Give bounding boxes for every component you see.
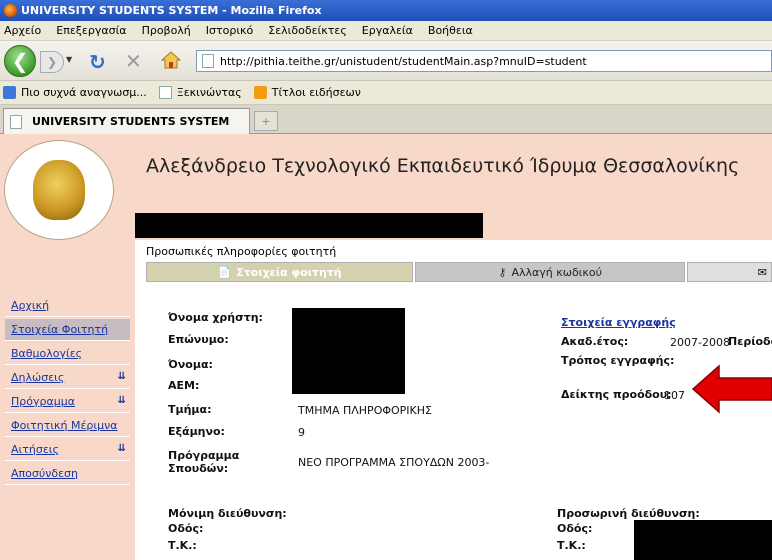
envelope-icon: ✉ xyxy=(757,265,768,279)
sidebar-item-home[interactable]: Αρχική xyxy=(5,295,130,317)
redacted-student-data xyxy=(292,308,405,394)
temporary-street-label: Οδός: xyxy=(557,522,593,535)
arrow-left-icon: ❮ xyxy=(11,49,29,73)
browser-tab[interactable]: UNIVERSITY STUDENTS SYSTEM xyxy=(3,108,250,134)
menu-help[interactable]: Βοήθεια xyxy=(428,24,473,37)
progress-index-value: 107 xyxy=(664,389,685,402)
registration-mode-label: Τρόπος εγγραφής: xyxy=(561,354,675,367)
window-title: UNIVERSITY STUDENTS SYSTEM - Mozilla Fir… xyxy=(21,4,322,17)
aem-label: ΑΕΜ: xyxy=(168,379,200,392)
home-icon[interactable] xyxy=(161,51,181,69)
page-icon xyxy=(158,86,172,99)
name-label: Όνομα: xyxy=(168,358,213,371)
period-label: Περίοδο xyxy=(728,335,772,348)
rss-icon xyxy=(253,86,267,99)
reload-icon[interactable]: ↻ xyxy=(89,50,106,74)
academic-year-label: Ακαδ.έτος: xyxy=(561,335,629,348)
new-tab-button[interactable]: + xyxy=(254,111,278,131)
menu-edit[interactable]: Επεξεργασία xyxy=(56,24,126,37)
bookmark-folder-icon xyxy=(3,86,16,99)
tab-label: UNIVERSITY STUDENTS SYSTEM xyxy=(32,115,230,128)
page-content: Αλεξάνδρειο Τεχνολογικό Εκπαιδευτικό Ίδρ… xyxy=(0,134,772,560)
alexander-head-emblem xyxy=(33,160,85,220)
university-logo xyxy=(4,140,114,240)
double-chevron-down-icon: ⇊ xyxy=(117,443,126,454)
address-bar[interactable]: http://pithia.teithe.gr/unistudent/stude… xyxy=(196,50,772,72)
back-button[interactable]: ❮ xyxy=(4,45,36,77)
bookmark-most-visited[interactable]: Πιο συχνά αναγνωσμ... xyxy=(3,86,147,99)
surname-label: Επώνυμο: xyxy=(168,333,229,346)
semester-label: Εξάμηνο: xyxy=(168,425,225,438)
redacted-bar xyxy=(135,213,483,238)
stop-icon[interactable]: ✕ xyxy=(125,49,142,73)
progress-index-label: Δείκτης προόδου: xyxy=(561,388,672,401)
permanent-address-title: Μόνιμη διεύθυνση: xyxy=(168,507,287,520)
sidebar-item-logout[interactable]: Αποσύνδεση xyxy=(5,463,130,485)
permanent-street-label: Οδός: xyxy=(168,522,204,535)
navigation-toolbar: ❮ ❯ ▼ ↻ ✕ http://pithia.teithe.gr/unistu… xyxy=(0,41,772,81)
page-title: Αλεξάνδρειο Τεχνολογικό Εκπαιδευτικό Ίδρ… xyxy=(146,155,740,177)
sidebar-item-applications[interactable]: Αιτήσεις ⇊ xyxy=(5,439,130,461)
key-icon: ⚷ xyxy=(498,265,507,279)
page-icon xyxy=(202,54,214,68)
red-arrow-annotation xyxy=(691,364,772,414)
window-titlebar: UNIVERSITY STUDENTS SYSTEM - Mozilla Fir… xyxy=(0,0,772,21)
menu-bookmarks[interactable]: Σελιδοδείκτες xyxy=(268,24,347,37)
permanent-zip-label: Τ.Κ.: xyxy=(168,539,197,552)
menu-file[interactable]: Αρχείο xyxy=(4,24,41,37)
menu-history[interactable]: Ιστορικό xyxy=(206,24,254,37)
department-value: ΤΜΗΜΑ ΠΛΗΡΟΦΟΡΙΚΗΣ xyxy=(298,404,432,417)
sidebar-item-student-info[interactable]: Στοιχεία Φοιτητή xyxy=(5,319,130,341)
sidebar-item-schedule[interactable]: Πρόγραμμα ⇊ xyxy=(5,391,130,413)
plus-icon: + xyxy=(261,114,271,128)
tab-messages[interactable]: ✉ xyxy=(687,262,772,282)
forward-button[interactable]: ❯ xyxy=(40,51,64,73)
program-value: ΝΕΟ ΠΡΟΓΡΑΜΜΑ ΣΠΟΥΔΩΝ 2003- xyxy=(298,456,490,469)
temporary-zip-label: Τ.Κ.: xyxy=(557,539,586,552)
department-label: Τμήμα: xyxy=(168,403,212,416)
double-chevron-down-icon: ⇊ xyxy=(117,371,126,382)
tab-bar: UNIVERSITY STUDENTS SYSTEM + xyxy=(0,105,772,134)
firefox-icon xyxy=(4,4,17,17)
sidebar-item-declarations[interactable]: Δηλώσεις ⇊ xyxy=(5,367,130,389)
tab-student-info[interactable]: 📄 Στοιχεία φοιτητή xyxy=(146,262,414,282)
sidebar-menu: Αρχική Στοιχεία Φοιτητή Βαθμολογίες Δηλώ… xyxy=(5,295,130,487)
arrow-right-icon: ❯ xyxy=(46,55,58,69)
bookmark-getting-started[interactable]: Ξεκινώντας xyxy=(158,86,242,99)
academic-year-value: 2007-2008 xyxy=(670,336,730,349)
page-icon xyxy=(10,114,22,129)
semester-value: 9 xyxy=(298,426,305,439)
history-dropdown-icon[interactable]: ▼ xyxy=(66,55,72,64)
username-label: Όνομα χρήστη: xyxy=(168,311,263,324)
tab-change-password[interactable]: ⚷ Αλλαγή κωδικού xyxy=(415,262,686,282)
menu-view[interactable]: Προβολή xyxy=(142,24,191,37)
temporary-address-title: Προσωρινή διεύθυνση: xyxy=(557,507,700,520)
student-tabs: 📄 Στοιχεία φοιτητή ⚷ Αλλαγή κωδικού ✉ xyxy=(146,262,772,282)
bookmark-news-headlines[interactable]: Τίτλοι ειδήσεων xyxy=(253,86,361,99)
program-label: Πρόγραμμα Σπουδών: xyxy=(168,449,240,475)
url-text: http://pithia.teithe.gr/unistudent/stude… xyxy=(220,54,587,68)
bookmarks-toolbar: Πιο συχνά αναγνωσμ... Ξεκινώντας Τίτλοι … xyxy=(0,81,772,105)
menu-tools[interactable]: Εργαλεία xyxy=(362,24,413,37)
sidebar-item-student-welfare[interactable]: Φοιτητική Μέριμνα xyxy=(5,415,130,437)
document-icon: 📄 xyxy=(217,265,232,279)
double-chevron-down-icon: ⇊ xyxy=(117,395,126,406)
redacted-address xyxy=(634,520,772,560)
registration-info-link[interactable]: Στοιχεία εγγραφής xyxy=(561,316,676,329)
sidebar-item-grades[interactable]: Βαθμολογίες xyxy=(5,343,130,365)
section-title: Προσωπικές πληροφορίες φοιτητή xyxy=(146,245,337,258)
menubar: Αρχείο Επεξεργασία Προβολή Ιστορικό Σελι… xyxy=(0,21,772,41)
